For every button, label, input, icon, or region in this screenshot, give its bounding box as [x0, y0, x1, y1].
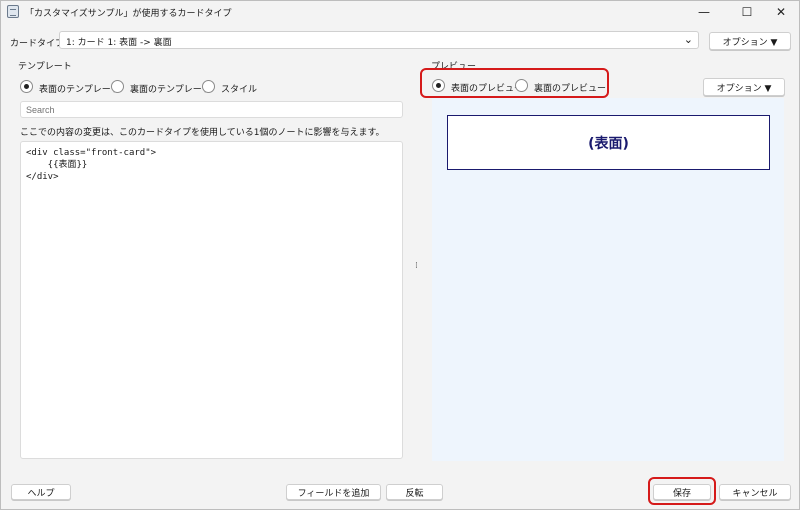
template-section-title: テンプレート — [18, 62, 72, 72]
radio-front-template[interactable] — [20, 80, 33, 93]
close-icon[interactable]: ✕ — [761, 1, 800, 23]
cancel-button[interactable]: キャンセル — [719, 484, 791, 500]
splitter-handle[interactable]: ⁞ — [415, 261, 418, 271]
minimize-icon[interactable]: — — [684, 1, 724, 23]
radio-back-template-label[interactable]: 裏面のテンプレート — [130, 82, 211, 95]
cardtype-selected-value: 1: カード 1: 表面 -> 裏面 — [66, 38, 172, 48]
window-title: 「カスタマイズサンプル」が使用するカードタイプ — [25, 9, 232, 19]
app-icon — [7, 5, 19, 18]
title-bar: 「カスタマイズサンプル」が使用するカードタイプ — ☐ ✕ — [1, 1, 799, 23]
search-input[interactable] — [20, 101, 403, 118]
front-card-text: (表面) — [588, 135, 629, 152]
help-button[interactable]: ヘルプ — [11, 484, 71, 500]
template-notice: ここでの内容の変更は、このカードタイプを使用している1個のノートに影響を与えます… — [20, 128, 385, 138]
preview-radio-highlight — [420, 68, 609, 98]
chevron-down-icon: ⌄ — [683, 33, 693, 46]
radio-style[interactable] — [202, 80, 215, 93]
radio-style-label[interactable]: スタイル — [221, 82, 257, 95]
radio-front-template-label[interactable]: 表面のテンプレート — [39, 82, 120, 95]
add-field-button[interactable]: フィールドを追加 — [286, 484, 381, 500]
cardtype-options-button[interactable]: オプション ▼ — [709, 32, 791, 50]
preview-options-button[interactable]: オプション ▼ — [703, 78, 785, 96]
template-editor[interactable]: <div class="front-card"> {{表面}} </div> — [20, 141, 403, 459]
flip-button[interactable]: 反転 — [386, 484, 443, 500]
radio-back-template[interactable] — [111, 80, 124, 93]
front-card-preview: (表面) — [447, 115, 770, 170]
save-button-highlight — [648, 477, 716, 505]
preview-pane: (表面) — [432, 98, 784, 461]
card-type-window: 「カスタマイズサンプル」が使用するカードタイプ — ☐ ✕ カードタイプ: 1:… — [0, 0, 800, 510]
cardtype-dropdown[interactable]: 1: カード 1: 表面 -> 裏面 ⌄ — [59, 31, 699, 49]
